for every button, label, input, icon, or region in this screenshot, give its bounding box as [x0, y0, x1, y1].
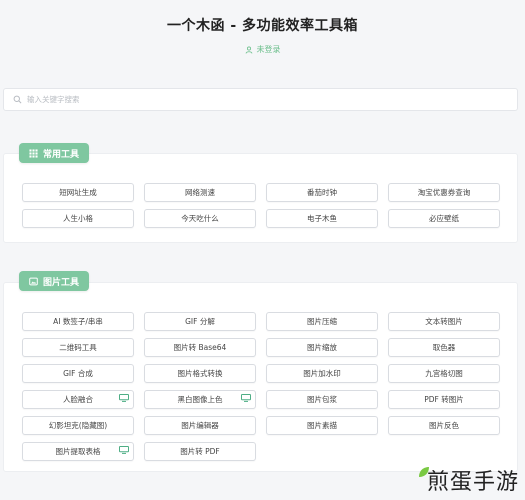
tool-label: 图片转 PDF: [180, 447, 220, 456]
tool-button[interactable]: 图片压缩: [266, 312, 378, 331]
tool-label: 图片压缩: [307, 317, 337, 326]
tool-label: 人脸融合: [63, 395, 93, 404]
tool-label: 九宫格切图: [425, 369, 463, 378]
desktop-icon: [119, 394, 129, 402]
tool-button[interactable]: 图片提取表格: [22, 442, 134, 461]
tool-button[interactable]: GIF 分解: [144, 312, 256, 331]
tool-button[interactable]: 短网址生成: [22, 183, 134, 202]
tool-button[interactable]: 图片反色: [388, 416, 500, 435]
tool-button[interactable]: 取色器: [388, 338, 500, 357]
tool-grid-common: 短网址生成 网络测速 番茄时钟 淘宝优惠券查询人生小格 今天吃什么 电子木鱼 必应壁纸: [22, 183, 500, 228]
tool-label: 必应壁纸: [429, 214, 459, 223]
tool-label: PDF 转图片: [424, 395, 464, 404]
tool-label: 图片转 Base64: [173, 343, 227, 352]
tool-button[interactable]: 九宫格切图: [388, 364, 500, 383]
tool-label: 图片加水印: [303, 369, 341, 378]
page-title: 一个木函 - 多功能效率工具箱: [166, 18, 359, 34]
search-icon: [13, 95, 22, 104]
tool-label: AI 数签子/串串: [53, 317, 103, 326]
tool-button[interactable]: 幻影坦克(隐藏图): [22, 416, 134, 435]
tool-button[interactable]: 二维码工具: [22, 338, 134, 357]
tool-label: 图片缩放: [307, 343, 337, 352]
tool-label: 图片格式转换: [177, 369, 223, 378]
tool-button[interactable]: AI 数签子/串串: [22, 312, 134, 331]
tool-button[interactable]: 人脸融合: [22, 390, 134, 409]
login-text: 未登录: [256, 45, 281, 54]
section-image-tools: AI 数签子/串串 GIF 分解 图片压缩 文本转图片二维码工具 图片转 Base64 图…: [3, 282, 518, 472]
user-icon: [245, 46, 252, 54]
grid-icon: [29, 148, 38, 158]
tool-button[interactable]: 淘宝优惠券查询: [388, 183, 500, 202]
tool-button[interactable]: 图片包浆: [266, 390, 378, 409]
tool-label: 图片反色: [429, 421, 459, 430]
tool-button[interactable]: 图片编辑器: [144, 416, 256, 435]
tool-label: 黑白图像上色: [177, 395, 223, 404]
tool-label: 短网址生成: [59, 188, 97, 197]
image-icon: [29, 277, 38, 285]
tool-label: 幻影坦克(隐藏图): [48, 421, 108, 430]
tool-button[interactable]: 网络测速: [144, 183, 256, 202]
desktop-icon: [119, 446, 129, 454]
login-status[interactable]: 未登录: [0, 44, 525, 55]
tool-button[interactable]: 文本转图片: [388, 312, 500, 331]
tool-button[interactable]: 图片格式转换: [144, 364, 256, 383]
tool-label: 二维码工具: [59, 343, 97, 352]
tool-label: GIF 合成: [63, 369, 93, 378]
watermark: 煎蛋手游: [417, 464, 519, 496]
tool-button[interactable]: 黑白图像上色: [144, 390, 256, 409]
tool-button[interactable]: 图片转 Base64: [144, 338, 256, 357]
tool-label: 网络测速: [185, 188, 215, 197]
tool-label: 人生小格: [63, 214, 93, 223]
search-bar[interactable]: [3, 88, 518, 111]
tool-label: 取色器: [432, 343, 456, 352]
tool-label: 文本转图片: [425, 317, 463, 326]
tool-grid-image: AI 数签子/串串 GIF 分解 图片压缩 文本转图片二维码工具 图片转 Base64 图…: [22, 312, 500, 461]
section-title: 图片工具: [43, 277, 80, 288]
tool-button[interactable]: 今天吃什么: [144, 209, 256, 228]
tool-label: 图片提取表格: [55, 447, 101, 456]
tool-label: 图片包浆: [307, 395, 337, 404]
section-badge-image: 图片工具: [19, 271, 90, 291]
search-input[interactable]: [27, 95, 487, 104]
tool-label: 番茄时钟: [307, 188, 337, 197]
tool-button[interactable]: PDF 转图片: [388, 390, 500, 409]
tool-label: 图片编辑器: [181, 421, 219, 430]
tool-label: 图片素描: [307, 421, 337, 430]
tool-label: GIF 分解: [185, 317, 215, 326]
tool-button[interactable]: 图片素描: [266, 416, 378, 435]
tool-label: 今天吃什么: [181, 214, 219, 223]
tool-button[interactable]: 电子木鱼: [266, 209, 378, 228]
section-title: 常用工具: [43, 149, 80, 160]
section-common-tools: 短网址生成 网络测速 番茄时钟 淘宝优惠券查询人生小格 今天吃什么 电子木鱼 必应壁纸: [3, 153, 518, 243]
tool-button[interactable]: 必应壁纸: [388, 209, 500, 228]
desktop-icon: [241, 394, 251, 402]
watermark-text: 煎蛋手游: [426, 470, 519, 495]
tool-label: 电子木鱼: [307, 214, 337, 223]
section-badge-common: 常用工具: [19, 143, 90, 163]
tool-button[interactable]: 图片缩放: [266, 338, 378, 357]
page-header: 一个木函 - 多功能效率工具箱 未登录: [0, 0, 525, 55]
tool-button[interactable]: 图片加水印: [266, 364, 378, 383]
tool-button[interactable]: GIF 合成: [22, 364, 134, 383]
tool-label: 淘宝优惠券查询: [417, 188, 471, 197]
tool-button[interactable]: 番茄时钟: [266, 183, 378, 202]
tool-button[interactable]: 人生小格: [22, 209, 134, 228]
tool-button[interactable]: 图片转 PDF: [144, 442, 256, 461]
